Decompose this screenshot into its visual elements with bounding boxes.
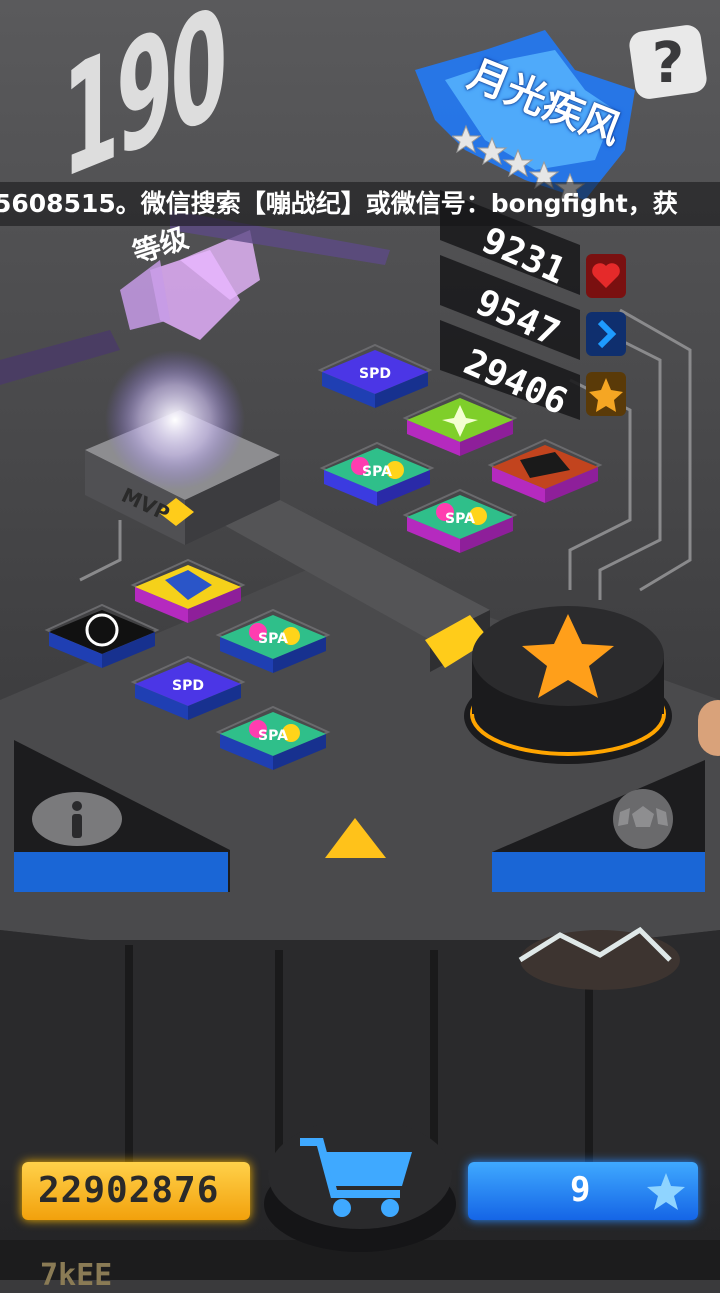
board-tile[interactable]: SPA [324,448,430,506]
gem-amount: 9 [570,1170,591,1210]
chevron-right-icon [586,312,626,356]
svg-text:SPA: SPA [445,511,475,527]
heart-icon [586,254,626,298]
side-tab-button[interactable] [698,700,720,756]
svg-text:SPA: SPA [258,728,288,744]
pedestal-label: MVP [118,483,174,526]
info-button[interactable] [32,792,122,846]
svg-text:SPD: SPD [359,366,391,382]
marquee-banner: 5608515。微信搜索【嘣战纪】或微信号：bongfight，获 [0,182,720,226]
board-tile[interactable]: SPA [407,495,513,553]
marquee-text: 5608515。微信搜索【嘣战纪】或微信号：bongfight，获 [0,189,678,218]
board-tile[interactable] [49,610,155,668]
bottom-partial-text: 7kEE [40,1258,113,1293]
star-icon [586,372,626,416]
question-icon: ? [629,25,707,99]
board-tile[interactable] [135,565,241,623]
svg-text:SPA: SPA [362,464,392,480]
star-icon [647,1173,685,1210]
star-icon [452,124,482,154]
board-tile[interactable]: SPA [220,615,326,673]
star-action-button[interactable] [464,596,672,766]
board-tile[interactable]: SPD [135,662,241,720]
ball-button[interactable] [608,784,678,854]
help-button[interactable]: ? [628,22,708,102]
svg-text:SPD: SPD [172,678,204,694]
svg-text:?: ? [652,31,684,96]
coin-amount: 22902876 [38,1170,220,1211]
board-tile[interactable]: SPD [322,350,428,408]
board-tile[interactable] [492,445,598,503]
soccer-ball-icon [613,789,673,849]
svg-text:SPA: SPA [258,631,288,647]
info-icon [72,801,82,838]
board-tile[interactable]: SPA [220,712,326,770]
shop-button[interactable] [262,1104,458,1254]
